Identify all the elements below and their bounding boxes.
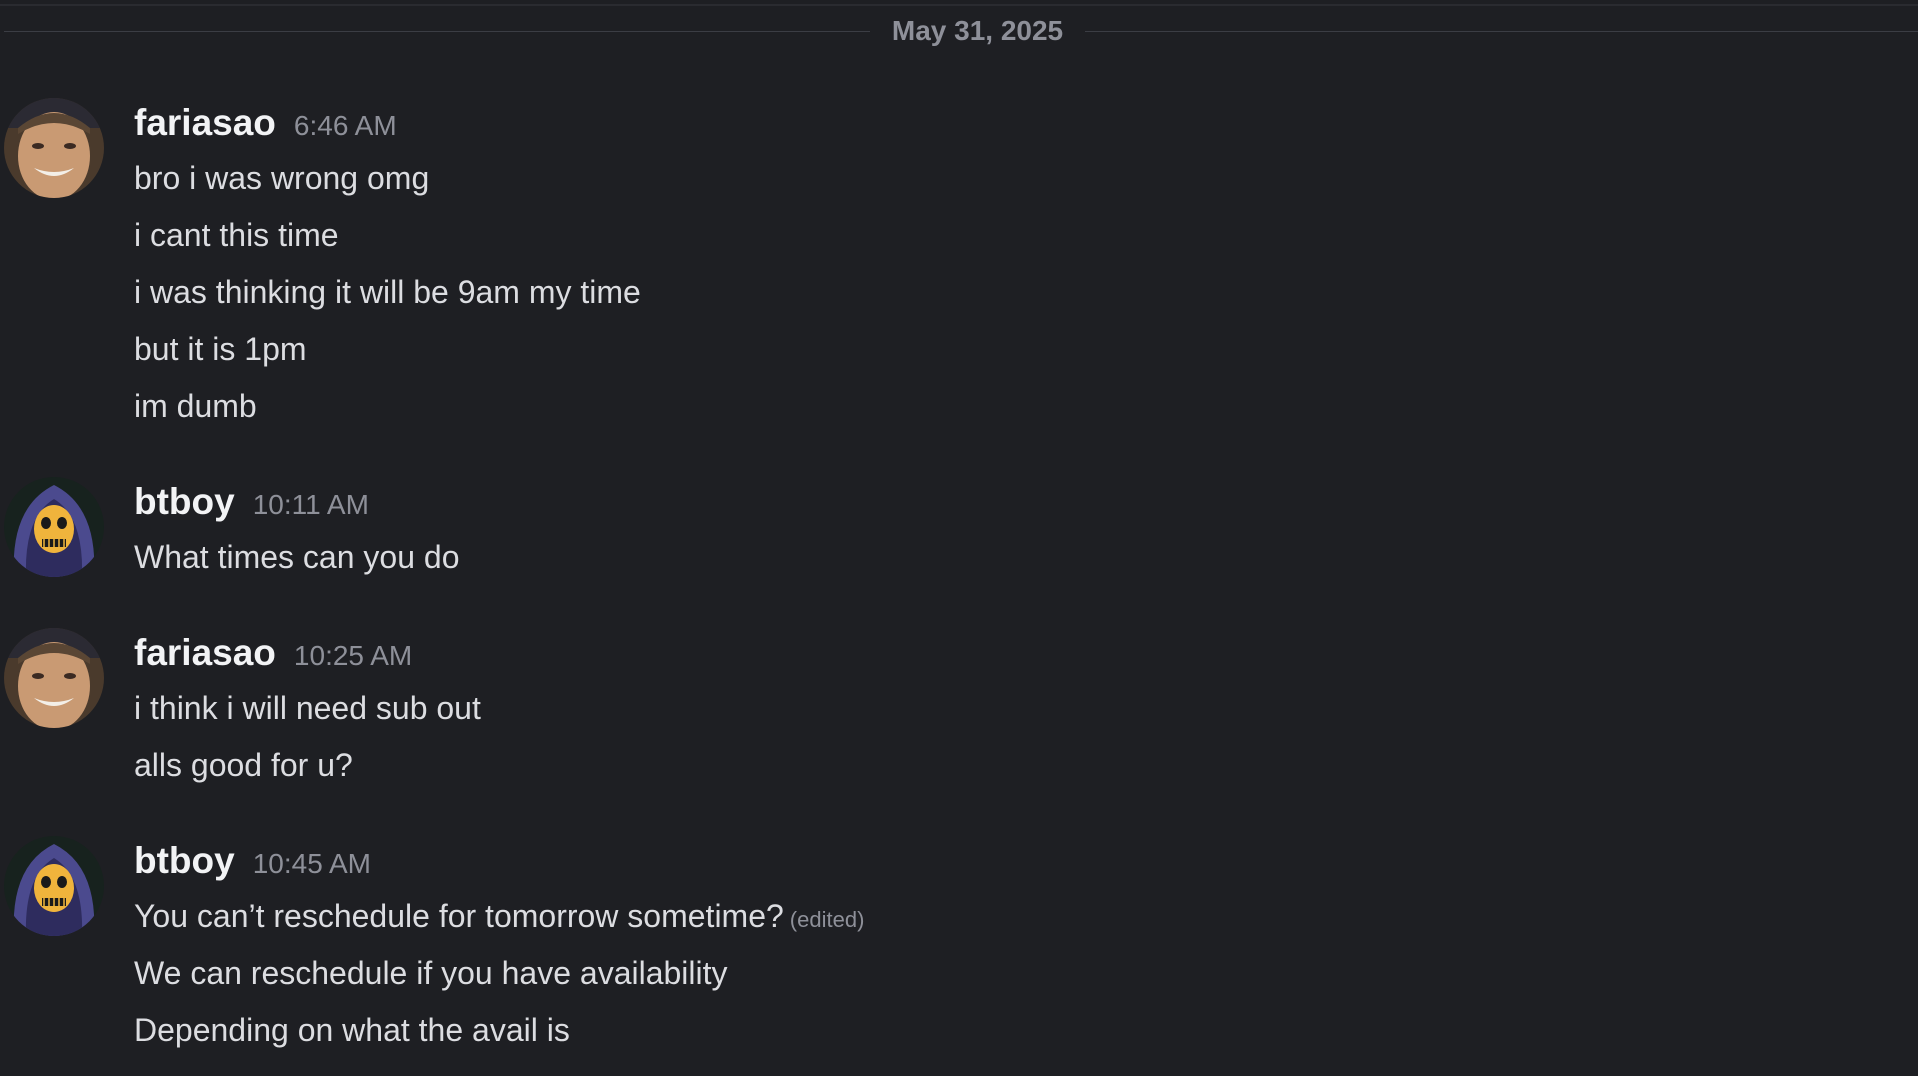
timestamp[interactable]: 6:46 AM bbox=[294, 110, 397, 141]
message-header: btboy 10:45 AM bbox=[134, 836, 371, 886]
btboy-avatar-icon bbox=[4, 836, 104, 936]
user-avatar[interactable] bbox=[4, 628, 104, 728]
timestamp[interactable]: 10:25 AM bbox=[294, 640, 412, 671]
edited-label: (edited) bbox=[789, 907, 865, 932]
message-header: fariasao 10:25 AM bbox=[134, 628, 412, 678]
message-content: You can’t reschedule for tomorrow someti… bbox=[134, 888, 864, 1059]
user-avatar[interactable] bbox=[4, 836, 104, 936]
message-text: but it is 1pm bbox=[134, 331, 307, 367]
message-text: i think i will need sub out bbox=[134, 690, 481, 726]
message-text: What times can you do bbox=[134, 539, 460, 575]
message-text: bro i was wrong omg bbox=[134, 160, 430, 196]
top-divider bbox=[0, 4, 1918, 6]
username[interactable]: fariasao bbox=[134, 632, 276, 673]
message-header: fariasao 6:46 AM bbox=[134, 98, 397, 148]
user-avatar[interactable] bbox=[4, 477, 104, 577]
date-divider-label: May 31, 2025 bbox=[891, 15, 1064, 46]
timestamp[interactable]: 10:45 AM bbox=[253, 848, 371, 879]
username[interactable]: btboy bbox=[134, 481, 235, 522]
fariasao-avatar-icon bbox=[4, 98, 104, 198]
username[interactable]: btboy bbox=[134, 840, 235, 881]
date-divider-line-right bbox=[1085, 31, 1918, 32]
message-text: alls good for u? bbox=[134, 747, 353, 783]
date-divider-line-left bbox=[4, 31, 870, 32]
btboy-avatar-icon bbox=[4, 477, 104, 577]
message-content: bro i was wrong omg i cant this time i w… bbox=[134, 150, 641, 435]
message-text: i cant this time bbox=[134, 217, 339, 253]
message-text: im dumb bbox=[134, 388, 257, 424]
message-text-body: You can’t reschedule for tomorrow someti… bbox=[134, 898, 784, 934]
username[interactable]: fariasao bbox=[134, 102, 276, 143]
message-content: i think i will need sub out alls good fo… bbox=[134, 680, 481, 794]
message-header: btboy 10:11 AM bbox=[134, 477, 369, 527]
date-divider: May 31, 2025 bbox=[0, 10, 1918, 54]
message-text: Depending on what the avail is bbox=[134, 1012, 570, 1048]
message-text: You can’t reschedule for tomorrow someti… bbox=[134, 888, 864, 945]
message-text: We can reschedule if you have availabili… bbox=[134, 955, 728, 991]
message-text: i was thinking it will be 9am my time bbox=[134, 274, 641, 310]
timestamp[interactable]: 10:11 AM bbox=[253, 489, 369, 520]
user-avatar[interactable] bbox=[4, 98, 104, 198]
fariasao-avatar-icon bbox=[4, 628, 104, 728]
message-content: What times can you do bbox=[134, 529, 459, 586]
